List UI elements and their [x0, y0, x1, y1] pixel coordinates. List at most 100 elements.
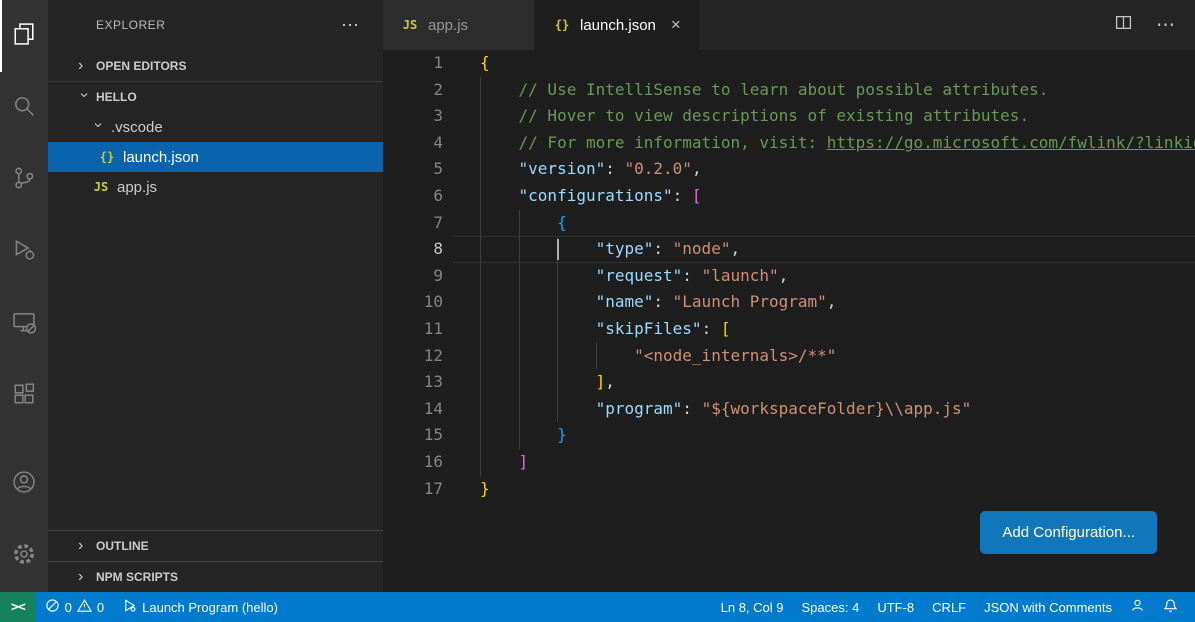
- tab-bar: JS app.js {} launch.json × ⋯: [383, 0, 1195, 50]
- line-number: 17: [383, 476, 443, 503]
- indent-guide: [480, 103, 481, 130]
- chevron-right-icon: ›: [78, 58, 90, 74]
- tab-app-js[interactable]: JS app.js: [383, 0, 535, 50]
- tab-launch-json[interactable]: {} launch.json ×: [535, 0, 700, 50]
- account-icon: [10, 468, 38, 501]
- line-number: 15: [383, 422, 443, 449]
- line-number: 11: [383, 316, 443, 343]
- code-line[interactable]: 8 "type": "node",: [383, 236, 1195, 263]
- indent-guide: [557, 343, 558, 370]
- tab-label: app.js: [428, 17, 468, 34]
- problems-status[interactable]: 0 0: [36, 592, 113, 622]
- status-bar-right: Ln 8, Col 9 Spaces: 4 UTF-8 CRLF JSON wi…: [712, 592, 1195, 622]
- add-configuration-button[interactable]: Add Configuration...: [980, 511, 1157, 554]
- encoding-status[interactable]: UTF-8: [868, 592, 923, 622]
- activity-explorer-button[interactable]: [0, 0, 48, 72]
- code-line[interactable]: 9 "request": "launch",: [383, 263, 1195, 290]
- debug-launch-status[interactable]: Launch Program (hello): [113, 592, 287, 622]
- feedback-icon: [1130, 598, 1145, 616]
- indent-guide: [480, 289, 481, 316]
- code-line[interactable]: 14 "program": "${workspaceFolder}\\app.j…: [383, 396, 1195, 423]
- indent-guide: [480, 343, 481, 370]
- code-line[interactable]: 7 {: [383, 210, 1195, 237]
- account-button[interactable]: [0, 448, 48, 520]
- code-text: ],: [480, 369, 615, 396]
- code-line[interactable]: 15 }: [383, 422, 1195, 449]
- notifications-status[interactable]: [1154, 592, 1187, 622]
- tree-item-app-js[interactable]: JS app.js: [48, 172, 383, 202]
- line-number: 9: [383, 263, 443, 290]
- line-number: 2: [383, 77, 443, 104]
- indent-guide: [480, 130, 481, 157]
- indent-guide: [480, 449, 481, 476]
- section-open-editors[interactable]: › OPEN EDITORS: [48, 50, 383, 81]
- indentation-status[interactable]: Spaces: 4: [793, 592, 869, 622]
- section-outline[interactable]: › OUTLINE: [48, 530, 383, 561]
- code-text: "program": "${workspaceFolder}\\app.js": [480, 396, 971, 423]
- code-text: // Use IntelliSense to learn about possi…: [480, 77, 1048, 104]
- remote-indicator[interactable]: ><: [0, 592, 36, 622]
- eol-status[interactable]: CRLF: [923, 592, 975, 622]
- line-number: 1: [383, 50, 443, 77]
- code-line[interactable]: 11 "skipFiles": [: [383, 316, 1195, 343]
- activity-remote-explorer-button[interactable]: [0, 288, 48, 360]
- tree-item-launch-json[interactable]: {} launch.json: [48, 142, 383, 172]
- code-line[interactable]: 4 // For more information, visit: https:…: [383, 130, 1195, 157]
- activity-run-debug-button[interactable]: [0, 216, 48, 288]
- activity-bar: [0, 0, 48, 592]
- debug-label: Launch Program (hello): [142, 600, 278, 615]
- activity-source-control-button[interactable]: [0, 144, 48, 216]
- line-number: 12: [383, 343, 443, 370]
- source-control-branch-icon: [10, 164, 38, 197]
- code-line[interactable]: 17}: [383, 476, 1195, 503]
- more-actions-icon[interactable]: ⋯: [341, 16, 359, 34]
- code-line[interactable]: 3 // Hover to view descriptions of exist…: [383, 103, 1195, 130]
- close-tab-icon[interactable]: ×: [671, 15, 681, 35]
- language-mode-status[interactable]: JSON with Comments: [975, 592, 1121, 622]
- extensions-icon: [10, 380, 38, 413]
- code-line[interactable]: 2 // Use IntelliSense to learn about pos…: [383, 77, 1195, 104]
- code-line[interactable]: 13 ],: [383, 369, 1195, 396]
- section-label: HELLO: [96, 90, 137, 104]
- indent-guide: [480, 396, 481, 423]
- indent-guide: [480, 369, 481, 396]
- vscode-window: EXPLORER ⋯ › OPEN EDITORS › HELLO › .vsc…: [0, 0, 1195, 622]
- code-text: "request": "launch",: [480, 263, 788, 290]
- tree-item-label: app.js: [117, 179, 157, 196]
- sidebar-bottom-sections: › OUTLINE › NPM SCRIPTS: [48, 530, 383, 592]
- indent-guide: [480, 236, 481, 263]
- line-number: 14: [383, 396, 443, 423]
- code-text: "name": "Launch Program",: [480, 289, 836, 316]
- line-number: 5: [383, 156, 443, 183]
- code-line[interactable]: 1{: [383, 50, 1195, 77]
- split-editor-icon[interactable]: [1115, 14, 1132, 36]
- code-line[interactable]: 5 "version": "0.2.0",: [383, 156, 1195, 183]
- more-actions-icon[interactable]: ⋯: [1156, 14, 1175, 37]
- activity-search-button[interactable]: [0, 72, 48, 144]
- settings-button[interactable]: [0, 520, 48, 592]
- explorer-sidebar: EXPLORER ⋯ › OPEN EDITORS › HELLO › .vsc…: [48, 0, 383, 592]
- cursor-position-status[interactable]: Ln 8, Col 9: [712, 592, 793, 622]
- feedback-status[interactable]: [1121, 592, 1154, 622]
- code-text: "<node_internals>/**": [480, 343, 836, 370]
- indent-guide: [519, 236, 520, 263]
- code-line[interactable]: 10 "name": "Launch Program",: [383, 289, 1195, 316]
- indent-guide: [480, 263, 481, 290]
- editor: 1{2 // Use IntelliSense to learn about p…: [383, 50, 1195, 592]
- file-tree: › .vscode {} launch.json JS app.js: [48, 112, 383, 202]
- code-line[interactable]: 6 "configurations": [: [383, 183, 1195, 210]
- section-label: OUTLINE: [96, 539, 149, 553]
- code-line[interactable]: 16 ]: [383, 449, 1195, 476]
- activity-extensions-button[interactable]: [0, 360, 48, 432]
- code-line[interactable]: 12 "<node_internals>/**": [383, 343, 1195, 370]
- indent-guide: [519, 343, 520, 370]
- indent-guide: [557, 316, 558, 343]
- error-icon: [45, 598, 60, 616]
- tree-item-vscode-folder[interactable]: › .vscode: [48, 112, 383, 142]
- json-file-icon: {}: [98, 150, 116, 164]
- indent-guide: [519, 210, 520, 237]
- error-count: 0: [65, 600, 72, 615]
- section-npm-scripts[interactable]: › NPM SCRIPTS: [48, 561, 383, 592]
- section-hello-folder[interactable]: › HELLO: [48, 81, 383, 112]
- debug-play-icon: [122, 598, 137, 616]
